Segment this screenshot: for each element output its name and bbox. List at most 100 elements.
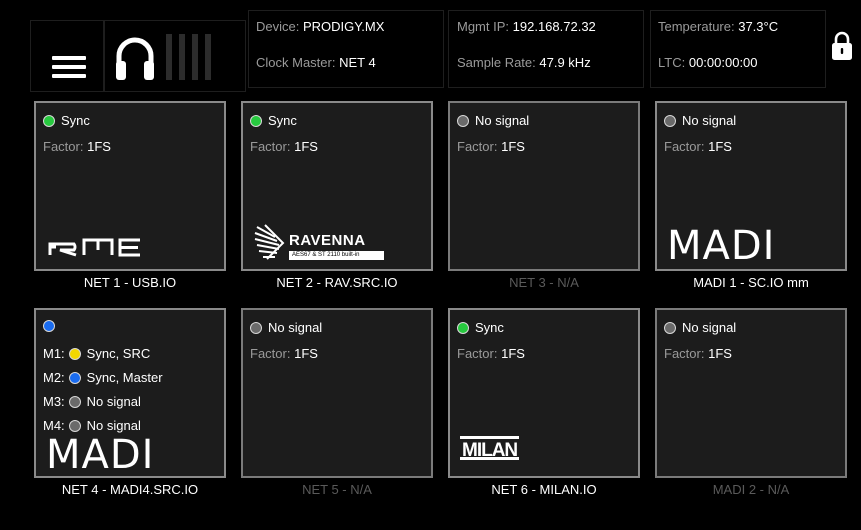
- factor-label: Factor:: [664, 139, 705, 154]
- port-led-icon: [68, 371, 81, 384]
- factor-value: 1FS: [294, 346, 318, 361]
- mgmt-info: Mgmt IP: 192.168.72.32: [457, 19, 596, 34]
- factor-value: 1FS: [87, 139, 111, 154]
- mgmt-label: Mgmt IP:: [457, 19, 510, 34]
- port-led-icon: [68, 347, 81, 360]
- device-card-net1[interactable]: Sync Factor: 1FS: [34, 101, 226, 271]
- temperature-info: Temperature: 37.3°C: [658, 19, 778, 34]
- rme-logo: [48, 238, 140, 257]
- port-row-m3: M3: No signal: [43, 394, 141, 409]
- headphones-icon[interactable]: [113, 34, 157, 82]
- ravenna-tagline: AES67 & ST 2110 built-in: [289, 251, 384, 260]
- device-card-net5[interactable]: No signal Factor: 1FS: [241, 308, 433, 478]
- status-led-icon: [457, 321, 469, 334]
- madi-logo: MADI: [46, 432, 155, 478]
- temperature-value: 37.3°C: [738, 19, 779, 34]
- status-led-icon: [457, 114, 469, 127]
- device-card-net4[interactable]: M1: Sync, SRC M2: Sync, Master M3: No si…: [34, 308, 226, 478]
- ravenna-wordmark: RAVENNA: [289, 232, 366, 249]
- factor-row: Factor: 1FS: [250, 139, 318, 154]
- port-row-m1: M1: Sync, SRC: [43, 346, 150, 361]
- milan-logo: MILAN: [460, 436, 520, 461]
- factor-row: Factor: 1FS: [664, 139, 732, 154]
- ltc-value: 00:00:00:00: [688, 55, 758, 70]
- madi-logo: MADI: [667, 223, 776, 269]
- port-row-m4: M4: No signal: [43, 418, 141, 433]
- status-led-icon: [43, 320, 55, 332]
- factor-row: Factor: 1FS: [250, 346, 318, 361]
- device-name-net3: NET 3 - N/A: [509, 275, 579, 290]
- device-card-madi2[interactable]: No signal Factor: 1FS: [655, 308, 847, 478]
- menu-icon[interactable]: [52, 56, 86, 80]
- ravenna-wave-icon: [254, 224, 285, 260]
- device-info: Device: PRODIGY.MX: [256, 19, 384, 34]
- device-card-net6[interactable]: Sync Factor: 1FS MILAN: [448, 308, 640, 478]
- temperature-label: Temperature:: [658, 19, 735, 34]
- factor-label: Factor:: [457, 346, 498, 361]
- factor-row: Factor: 1FS: [43, 139, 111, 154]
- device-card-madi1[interactable]: No signal Factor: 1FS MADI: [655, 101, 847, 271]
- port-led-icon: [68, 419, 81, 432]
- port-status: No signal: [86, 418, 141, 433]
- status-led-icon: [664, 114, 676, 127]
- device-name-net5: NET 5 - N/A: [302, 482, 372, 497]
- device-name-madi1: MADI 1 - SC.IO mm: [693, 275, 809, 290]
- factor-label: Factor:: [43, 139, 84, 154]
- device-card-net3[interactable]: No signal Factor: 1FS: [448, 101, 640, 271]
- factor-value: 1FS: [501, 139, 525, 154]
- lock-icon[interactable]: [831, 30, 853, 62]
- rate-info: Sample Rate: 47.9 kHz: [457, 55, 591, 70]
- status-row: [43, 320, 61, 332]
- status-led-icon: [664, 321, 676, 334]
- device-value: PRODIGY.MX: [302, 19, 385, 34]
- factor-label: Factor:: [457, 139, 498, 154]
- status-header: Device: PRODIGY.MX Clock Master: NET 4 M…: [0, 0, 861, 96]
- status-text: No signal: [682, 113, 737, 128]
- factor-label: Factor:: [250, 139, 291, 154]
- status-led-icon: [43, 114, 55, 127]
- rate-label: Sample Rate:: [457, 55, 536, 70]
- factor-value: 1FS: [708, 346, 732, 361]
- rate-value: 47.9 kHz: [539, 55, 591, 70]
- port-label: M4:: [43, 418, 65, 433]
- level-meter-icon: [166, 34, 212, 80]
- factor-row: Factor: 1FS: [664, 346, 732, 361]
- status-text: No signal: [268, 320, 323, 335]
- device-name-madi2: MADI 2 - N/A: [712, 482, 790, 497]
- port-label: M3:: [43, 394, 65, 409]
- port-status: Sync, Master: [86, 370, 163, 385]
- device-card-net2[interactable]: Sync Factor: 1FS RAVENNA AES67 & ST 2110…: [241, 101, 433, 271]
- device-name-net4: NET 4 - MADI4.SRC.IO: [61, 482, 199, 497]
- status-row: No signal: [250, 320, 322, 335]
- status-text: No signal: [475, 113, 530, 128]
- factor-label: Factor:: [250, 346, 291, 361]
- status-row: Sync: [457, 320, 504, 335]
- port-label: M1:: [43, 346, 65, 361]
- factor-label: Factor:: [664, 346, 705, 361]
- status-row: Sync: [250, 113, 297, 128]
- clock-label: Clock Master:: [256, 55, 336, 70]
- mgmt-value: 192.168.72.32: [512, 19, 596, 34]
- port-row-m2: M2: Sync, Master: [43, 370, 163, 385]
- status-row: No signal: [664, 113, 736, 128]
- status-led-icon: [250, 114, 262, 127]
- port-led-icon: [68, 395, 81, 408]
- ltc-info: LTC: 00:00:00:00: [658, 55, 758, 70]
- device-label: Device:: [256, 19, 300, 34]
- device-name-net1: NET 1 - USB.IO: [83, 275, 177, 290]
- port-status: Sync, SRC: [86, 346, 151, 361]
- device-name-net2: NET 2 - RAV.SRC.IO: [276, 275, 398, 290]
- status-text: Sync: [475, 320, 504, 335]
- clock-info: Clock Master: NET 4: [256, 55, 376, 70]
- factor-value: 1FS: [501, 346, 525, 361]
- clock-value: NET 4: [339, 55, 376, 70]
- port-status: No signal: [86, 394, 141, 409]
- port-label: M2:: [43, 370, 65, 385]
- factor-row: Factor: 1FS: [457, 346, 525, 361]
- factor-value: 1FS: [708, 139, 732, 154]
- status-text: Sync: [268, 113, 297, 128]
- status-text: No signal: [682, 320, 737, 335]
- ltc-label: LTC:: [658, 55, 686, 70]
- factor-value: 1FS: [294, 139, 318, 154]
- status-led-icon: [250, 321, 262, 334]
